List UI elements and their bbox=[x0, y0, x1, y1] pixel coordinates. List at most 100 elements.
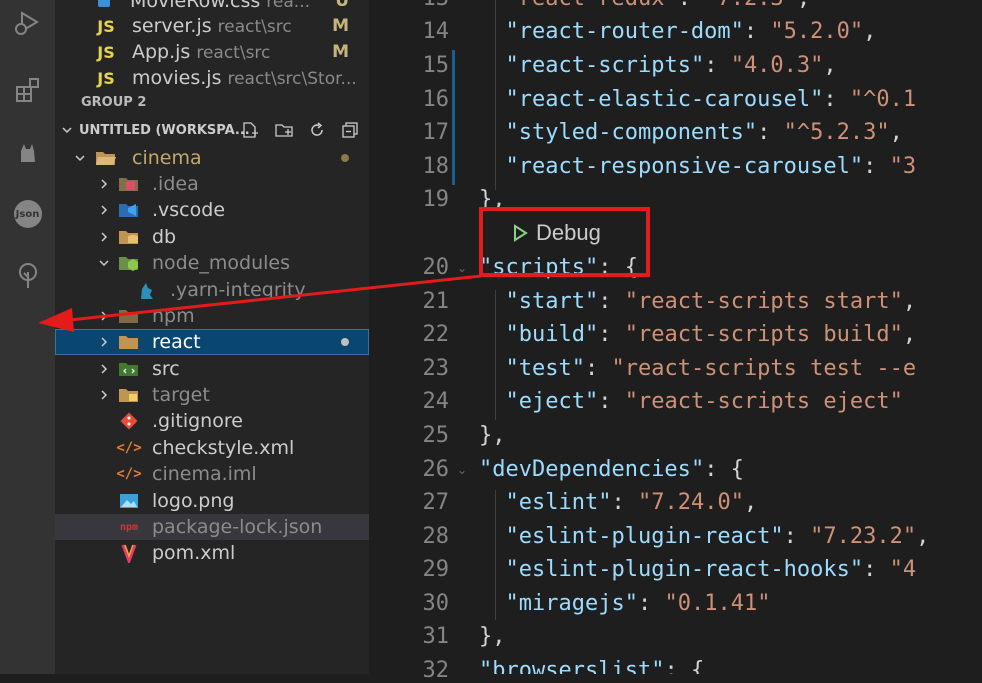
tree-item-label: .yarn-integrity bbox=[170, 279, 306, 301]
tree-item-label: node_modules bbox=[152, 252, 291, 274]
extensions-icon[interactable] bbox=[0, 68, 55, 112]
refresh-icon[interactable] bbox=[308, 121, 326, 139]
json-key: miragejs bbox=[518, 591, 625, 616]
json-value: react-scripts test --e bbox=[624, 356, 917, 381]
code-line: "eslint-plugin-react-hooks": "4 bbox=[505, 557, 917, 582]
activity-bar: Json bbox=[0, 0, 55, 674]
tree-item-src[interactable]: src bbox=[55, 356, 369, 382]
line-number: 30 bbox=[422, 591, 450, 616]
css-icon bbox=[93, 0, 115, 12]
yarn-icon bbox=[135, 279, 157, 301]
tree-item-node-modules[interactable]: node_modules bbox=[55, 250, 369, 276]
code-line: "react-router-dom": "5.2.0", bbox=[505, 19, 877, 44]
tree-item-label: target bbox=[152, 384, 210, 406]
tree-icon[interactable] bbox=[0, 254, 55, 298]
line-number: 18 bbox=[422, 154, 450, 179]
cat-icon[interactable] bbox=[0, 130, 55, 174]
tree-item-package-lock[interactable]: npm package-lock.json bbox=[55, 514, 369, 540]
json-key: test bbox=[518, 356, 572, 381]
tree-item-cinema[interactable]: cinema bbox=[55, 145, 369, 171]
json-icon[interactable]: Json bbox=[0, 192, 55, 236]
code-editor[interactable]: "react-redux": "7.2.3", "react-router-do… bbox=[479, 0, 982, 674]
tree-item-vscode[interactable]: .vscode bbox=[55, 197, 369, 223]
tree-item-npm[interactable]: npm bbox=[55, 303, 369, 329]
chevron-right-icon bbox=[97, 309, 111, 323]
code-line: "test": "react-scripts test --e bbox=[505, 356, 917, 381]
chevron-right-icon bbox=[97, 177, 111, 191]
json-key: react-router-dom bbox=[518, 19, 731, 44]
npm-icon: npm bbox=[119, 521, 139, 533]
tree-item-checkstyle[interactable]: </> checkstyle.xml bbox=[55, 435, 369, 461]
workspace-header[interactable]: UNTITLED (WORKSPA... bbox=[55, 117, 369, 143]
json-punctuation: : { bbox=[704, 457, 744, 482]
chevron-down-icon bbox=[60, 123, 74, 137]
xml-icon: </> bbox=[116, 466, 142, 482]
code-line: "eslint-plugin-react": "7.23.2", bbox=[505, 524, 930, 549]
annotation-highlight-box bbox=[479, 207, 650, 277]
tree-item-yarn-integrity[interactable]: .yarn-integrity bbox=[55, 277, 369, 303]
js-icon: JS bbox=[97, 68, 115, 88]
line-number: 16 bbox=[422, 87, 450, 112]
line-number: 21 bbox=[422, 289, 450, 314]
chevron-right-icon bbox=[97, 362, 111, 376]
open-editor-item[interactable]: MovieRow.css rea... U bbox=[55, 0, 369, 14]
line-number: 24 bbox=[422, 389, 450, 414]
js-icon: JS bbox=[97, 42, 115, 62]
new-file-icon[interactable] bbox=[241, 121, 259, 139]
line-number: 14 bbox=[422, 19, 450, 44]
json-punctuation: : { bbox=[664, 658, 705, 674]
image-icon bbox=[118, 490, 140, 512]
chevron-right-icon bbox=[97, 388, 111, 402]
json-key: react-elastic-carousel bbox=[518, 87, 811, 112]
json-value: react-scripts start bbox=[637, 289, 890, 314]
code-line: "devDependencies": { bbox=[479, 457, 744, 482]
tree-item-logo[interactable]: logo.png bbox=[55, 488, 369, 514]
open-editor-name: MovieRow.css bbox=[130, 0, 261, 12]
json-value: 7.23.2 bbox=[823, 524, 903, 549]
tree-item-label: .gitignore bbox=[152, 410, 243, 432]
tree-item-cinema-iml[interactable]: </> cinema.iml bbox=[55, 461, 369, 487]
tree-item-pom[interactable]: pom.xml bbox=[55, 540, 369, 566]
folder-icon bbox=[118, 305, 140, 327]
open-editor-item[interactable]: JS server.js react\src M bbox=[55, 13, 369, 39]
modified-dot bbox=[341, 154, 349, 162]
tree-item-label: checkstyle.xml bbox=[152, 437, 295, 459]
tree-item-react[interactable]: react bbox=[55, 329, 369, 355]
tree-item-label: npm bbox=[152, 305, 195, 327]
src-folder-icon bbox=[118, 358, 140, 380]
line-number: 29 bbox=[422, 557, 450, 582]
new-folder-icon[interactable] bbox=[275, 121, 293, 139]
json-key: styled-components bbox=[518, 120, 744, 145]
tree-item-db[interactable]: db bbox=[55, 224, 369, 250]
tree-item-target[interactable]: target bbox=[55, 382, 369, 408]
folder-open-icon bbox=[95, 147, 117, 169]
modified-dot bbox=[341, 338, 349, 346]
line-number: 22 bbox=[422, 322, 450, 347]
json-value: 7.24.0 bbox=[651, 490, 731, 515]
open-editor-item[interactable]: JS movies.js react\src\Stor... bbox=[55, 65, 369, 91]
line-number: 27 bbox=[422, 490, 450, 515]
target-folder-icon bbox=[118, 384, 140, 406]
code-line: }, bbox=[479, 423, 506, 448]
git-icon bbox=[118, 410, 140, 432]
tree-item-gitignore[interactable]: .gitignore bbox=[55, 408, 369, 434]
git-status-badge: U bbox=[335, 0, 349, 11]
line-number: 28 bbox=[422, 524, 450, 549]
line-number-gutter: 13 14 15 16 17 18 19 20 ⌄ 21 22 23 24 25… bbox=[369, 0, 479, 683]
fold-chevron-icon[interactable]: ⌄ bbox=[457, 463, 467, 477]
fold-chevron-icon[interactable]: ⌄ bbox=[457, 261, 467, 275]
line-number: 13 bbox=[423, 0, 450, 11]
chevron-right-icon bbox=[97, 203, 111, 217]
maven-icon bbox=[118, 542, 140, 564]
run-debug-icon[interactable] bbox=[0, 0, 55, 44]
json-value: ^0.1 bbox=[863, 87, 917, 112]
git-status-badge: M bbox=[332, 42, 349, 62]
json-icon-label: Json bbox=[13, 200, 42, 228]
collapse-all-icon[interactable] bbox=[341, 121, 359, 139]
code-line: "styled-components": "^5.2.3", bbox=[505, 120, 903, 145]
node-folder-icon bbox=[118, 252, 140, 274]
git-status-badge: M bbox=[332, 16, 349, 36]
tree-item-idea[interactable]: .idea bbox=[55, 171, 369, 197]
open-editor-item[interactable]: JS App.js react\src M bbox=[55, 39, 369, 65]
chevron-right-icon bbox=[97, 335, 111, 349]
